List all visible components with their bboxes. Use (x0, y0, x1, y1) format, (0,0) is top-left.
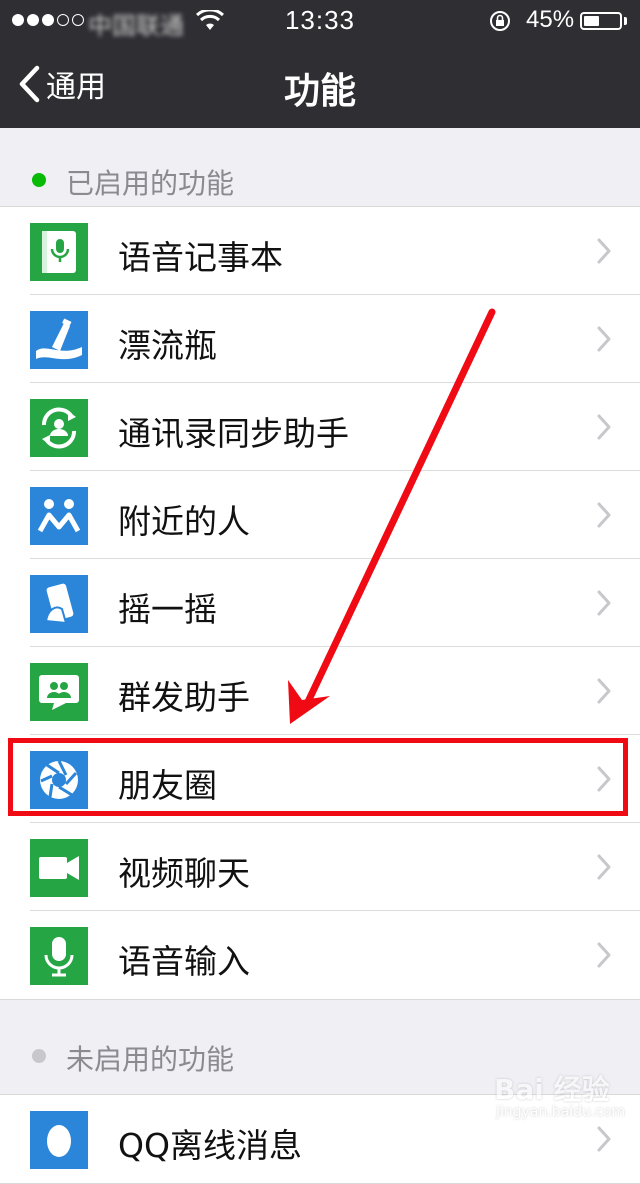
page-title: 功能 (283, 71, 356, 112)
chevron-right-icon (596, 677, 612, 709)
section-header-enabled: 已启用的功能 (0, 128, 640, 208)
chevron-right-icon (596, 589, 612, 621)
list-item-voice-input[interactable]: 语音输入 (0, 911, 640, 999)
enabled-status-dot (32, 173, 46, 187)
list-item-label: QQ离线消息 (118, 1126, 302, 1165)
list-item-broadcast-helper[interactable]: 群发助手 (0, 647, 640, 735)
battery-cap (624, 17, 627, 25)
list-item-label: 语音输入 (118, 942, 250, 981)
section-title-disabled: 未启用的功能 (66, 1043, 235, 1076)
watermark: Bai 经验 jingyan.baidu.com (490, 1058, 625, 1128)
list-item-label: 通讯录同步助手 (118, 414, 349, 453)
battery-percent: 45% (526, 6, 575, 33)
list-item-label: 视频聊天 (118, 854, 250, 893)
chevron-right-icon (596, 941, 612, 973)
chevron-right-icon (596, 237, 612, 269)
enabled-features-list: 语音记事本漂流瓶通讯录同步助手 附近的人摇一摇群发助手朋友圈视频聊天语音输入 (0, 206, 640, 1000)
navigation-bar: 通用 功能 (0, 40, 640, 128)
list-item-label: 朋友圈 (118, 766, 217, 805)
list-item-label: 摇一摇 (118, 590, 217, 629)
voice-notepad-icon (30, 223, 88, 281)
list-item-moments[interactable]: 朋友圈 (0, 735, 640, 823)
list-item-video-chat[interactable]: 视频聊天 (0, 823, 640, 911)
list-item-label: 附近的人 (118, 502, 250, 541)
disabled-status-dot (32, 1049, 46, 1063)
list-item-people-nearby[interactable]: 附近的人 (0, 471, 640, 559)
list-item-label: 漂流瓶 (118, 326, 217, 365)
chevron-right-icon (596, 1125, 612, 1157)
list-item-voice-notepad[interactable]: 语音记事本 (0, 207, 640, 295)
drift-bottle-icon (30, 311, 88, 369)
qq-offline-icon (30, 1111, 88, 1169)
chevron-right-icon (596, 853, 612, 885)
video-chat-icon (30, 839, 88, 897)
people-nearby-icon (30, 487, 88, 545)
section-title-enabled: 已启用的功能 (66, 167, 235, 200)
chevron-right-icon (596, 325, 612, 357)
list-item-label: 语音记事本 (118, 238, 283, 277)
contact-sync-icon (30, 399, 88, 457)
chevron-right-icon (596, 765, 612, 797)
chevron-right-icon (596, 413, 612, 445)
battery-icon (580, 12, 622, 30)
moments-icon (30, 751, 88, 809)
rotation-lock-icon (490, 11, 510, 31)
broadcast-helper-icon (30, 663, 88, 721)
list-item-drift-bottle[interactable]: 漂流瓶 (0, 295, 640, 383)
battery-level (584, 16, 599, 26)
watermark-url: jingyan.baidu.com (496, 1104, 626, 1120)
status-bar: 中国联通 13:33 45% (0, 0, 640, 40)
chevron-right-icon (596, 501, 612, 533)
watermark-logo: Bai 经验 (494, 1073, 610, 1106)
list-item-contact-sync[interactable]: 通讯录同步助手 (0, 383, 640, 471)
voice-input-icon (30, 927, 88, 985)
list-item-shake[interactable]: 摇一摇 (0, 559, 640, 647)
shake-icon (30, 575, 88, 633)
list-item-label: 群发助手 (118, 678, 250, 717)
